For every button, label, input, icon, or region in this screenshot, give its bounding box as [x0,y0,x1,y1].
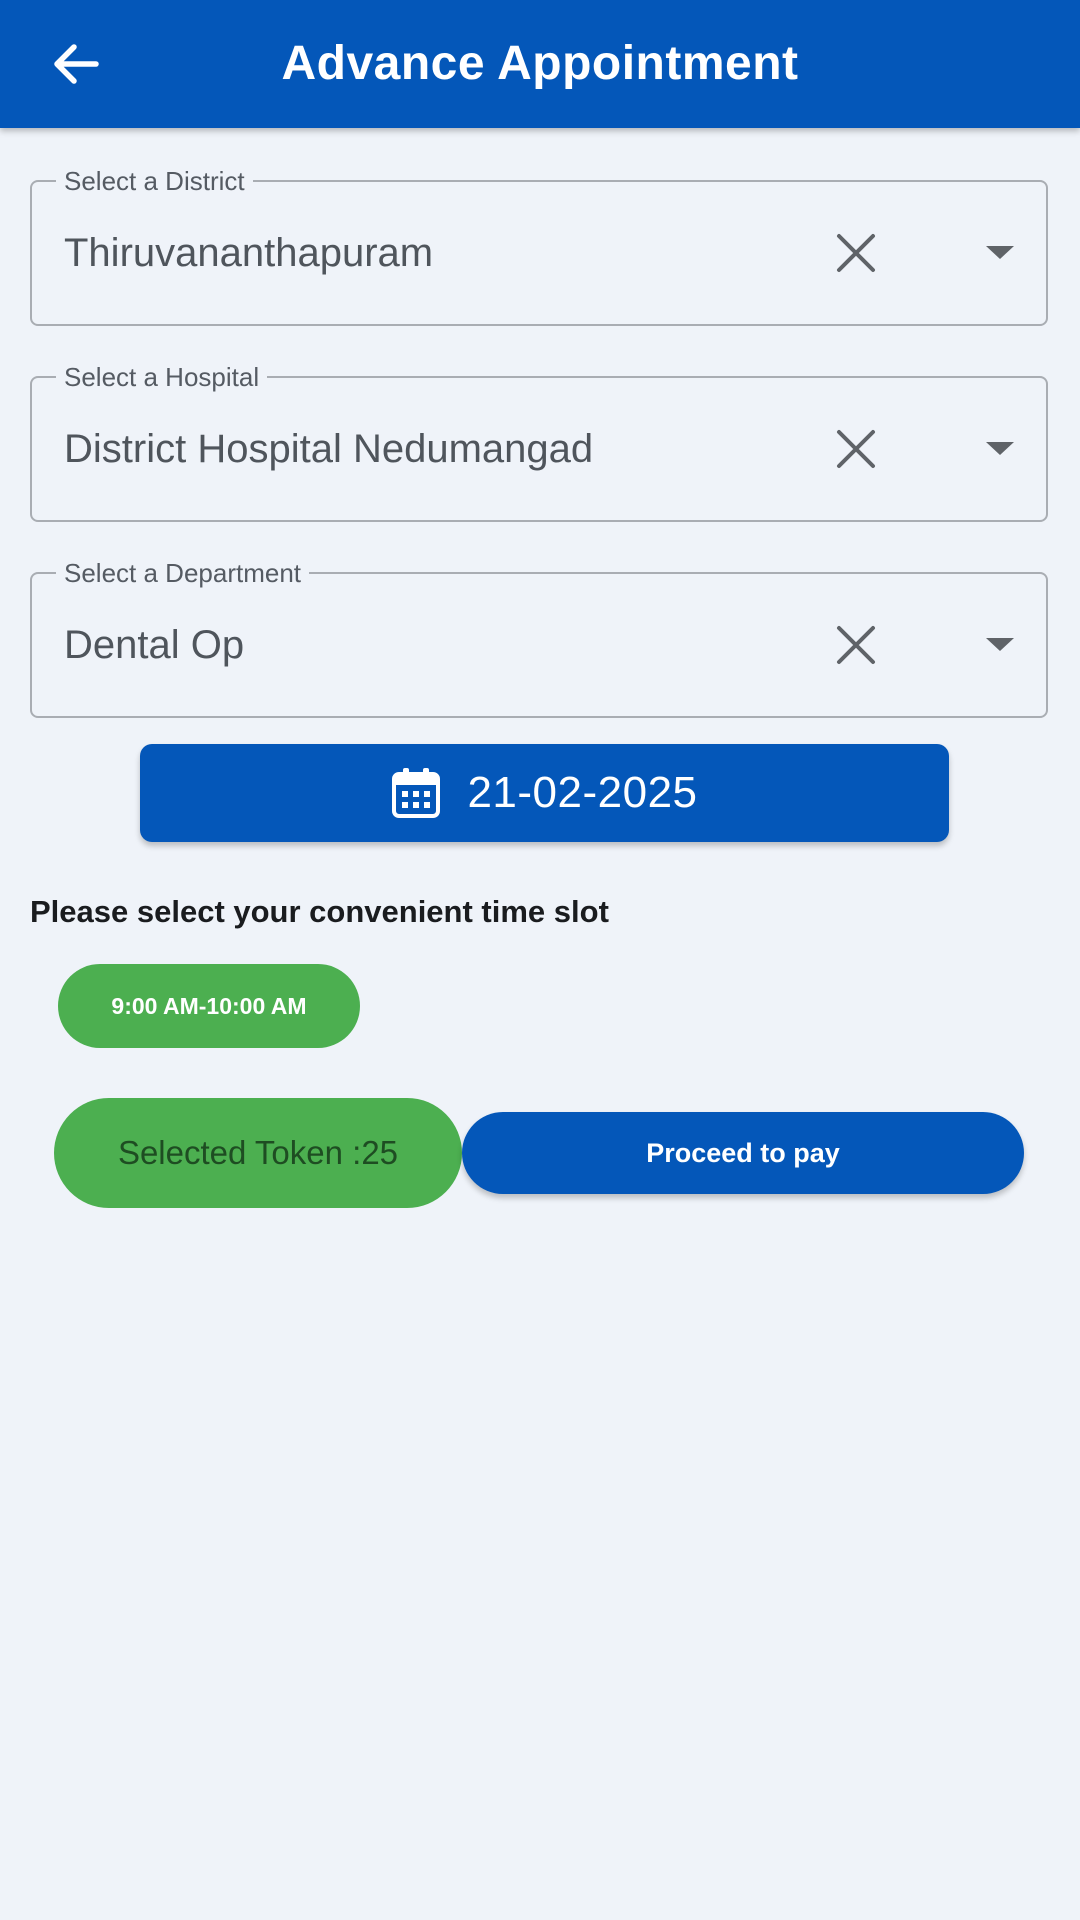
proceed-to-pay-button[interactable]: Proceed to pay [462,1112,1024,1194]
app-bar: Advance Appointment [0,0,1080,128]
hospital-expand-button[interactable] [976,425,1024,473]
hospital-clear-button[interactable] [832,425,880,473]
district-clear-button[interactable] [832,229,880,277]
district-value: Thiruvananthapuram [64,231,434,275]
close-icon [837,234,875,272]
district-expand-button[interactable] [976,229,1024,277]
back-button[interactable] [44,34,108,94]
department-dropdown[interactable]: Select a Department Dental Op [30,559,1048,718]
date-picker-button[interactable]: 21-02-2025 [140,744,949,842]
department-clear-button[interactable] [832,621,880,669]
hospital-value: District Hospital Nedumangad [64,427,594,471]
caret-down-icon [986,638,1014,651]
hospital-dropdown[interactable]: Select a Hospital District Hospital Nedu… [30,363,1048,522]
district-dropdown[interactable]: Select a District Thiruvananthapuram [30,167,1048,326]
calendar-icon [392,768,441,818]
department-value: Dental Op [64,623,245,667]
caret-down-icon [986,442,1014,455]
caret-down-icon [986,246,1014,259]
selected-date: 21-02-2025 [467,768,698,817]
time-slot-chip[interactable]: 9:00 AM-10:00 AM [58,964,360,1048]
close-icon [837,626,875,664]
arrow-left-icon [54,44,99,84]
close-icon [837,430,875,468]
page-title: Advance Appointment [281,37,799,90]
time-slot-heading: Please select your convenient time slot [30,894,609,929]
department-expand-button[interactable] [976,621,1024,669]
selected-token-badge: Selected Token :25 [54,1098,462,1208]
